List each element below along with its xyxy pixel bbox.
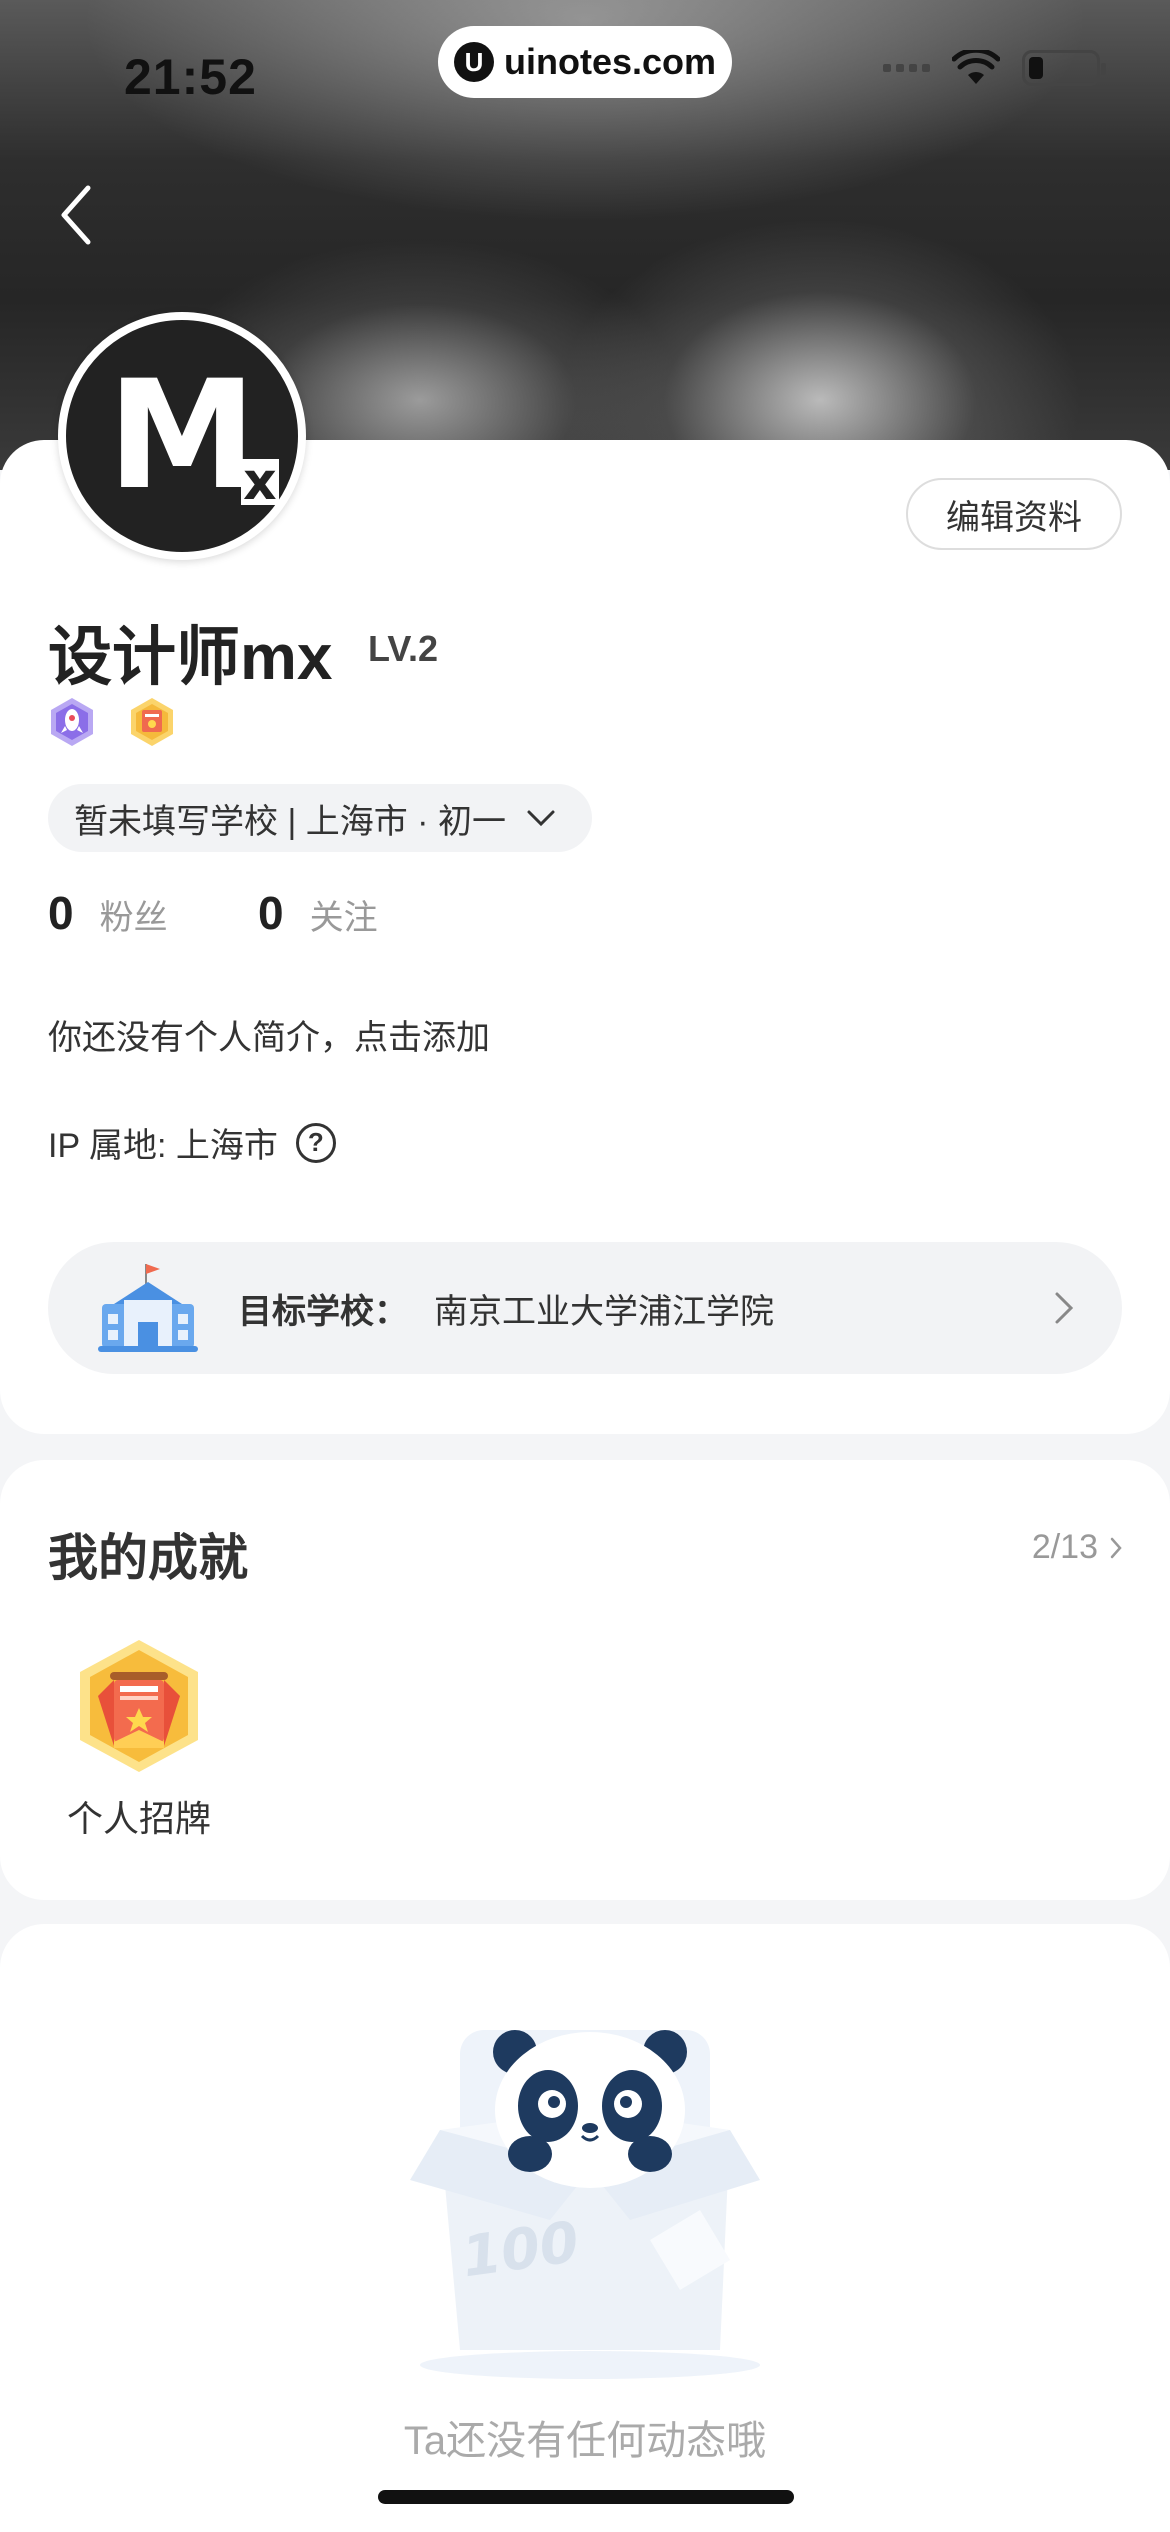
chevron-down-icon bbox=[527, 810, 555, 827]
achievements-count: 2/13 bbox=[1031, 1528, 1098, 1566]
chevron-right-icon bbox=[1055, 1292, 1074, 1324]
signboard-achievement-icon bbox=[80, 1640, 198, 1772]
level-badge: LV.2 bbox=[368, 628, 439, 669]
help-icon[interactable]: ? bbox=[295, 1122, 336, 1163]
followers-count: 0 bbox=[48, 887, 74, 939]
followers-stat[interactable]: 0 粉丝 bbox=[48, 886, 168, 940]
target-school-value: 南京工业大学浦江学院 bbox=[434, 1292, 774, 1331]
battery-icon bbox=[1022, 50, 1106, 86]
achievement-label: 个人招牌 bbox=[66, 1798, 211, 1839]
following-label: 关注 bbox=[309, 899, 378, 937]
target-school-bar[interactable]: 目标学校： 南京工业大学浦江学院 bbox=[48, 1242, 1122, 1374]
school-info-chip[interactable]: 暂未填写学校 | 上海市 · 初一 bbox=[48, 784, 592, 852]
rocket-badge-icon[interactable] bbox=[48, 696, 96, 748]
avatar-logo: M x bbox=[107, 349, 279, 523]
avatar[interactable]: M x bbox=[58, 312, 306, 560]
achievement-item[interactable]: 个人招牌 bbox=[64, 1636, 214, 1842]
home-indicator[interactable] bbox=[378, 2490, 794, 2504]
achievements-title: 我的成就 bbox=[48, 1530, 248, 1586]
wifi-icon bbox=[952, 50, 1000, 84]
cellular-signal-icon bbox=[883, 64, 930, 72]
achievements-count-link[interactable]: 2/13 bbox=[1032, 1528, 1122, 1567]
ip-location: IP 属地: 上海市 ? bbox=[48, 1118, 336, 1167]
following-count: 0 bbox=[258, 887, 284, 939]
school-info-text: 暂未填写学校 | 上海市 · 初一 bbox=[74, 802, 506, 841]
bio-text[interactable]: 你还没有个人简介，点击添加 bbox=[48, 1010, 490, 1059]
status-icons bbox=[883, 50, 1106, 86]
school-building-icon bbox=[98, 1264, 198, 1352]
username: 设计师mx bbox=[48, 621, 333, 693]
ip-location-text: IP 属地: 上海市 bbox=[48, 1127, 278, 1165]
status-time: 21:52 bbox=[124, 49, 257, 105]
panda-box-illustration: 100 bbox=[410, 2030, 760, 2379]
site-logo-icon: U bbox=[453, 42, 494, 82]
signboard-badge-icon[interactable] bbox=[128, 696, 176, 748]
followers-label: 粉丝 bbox=[99, 899, 168, 937]
following-stat[interactable]: 0 关注 bbox=[258, 886, 378, 940]
back-arrow-icon[interactable] bbox=[56, 180, 96, 250]
chevron-right-icon bbox=[1110, 1537, 1122, 1558]
empty-feed-text: Ta还没有任何动态哦 bbox=[403, 2419, 767, 2463]
edit-profile-button[interactable]: 编辑资料 bbox=[906, 478, 1122, 550]
url-text: uinotes.com bbox=[503, 41, 717, 82]
target-school-label: 目标学校： bbox=[238, 1292, 408, 1331]
url-pill: U uinotes.com bbox=[438, 26, 732, 98]
